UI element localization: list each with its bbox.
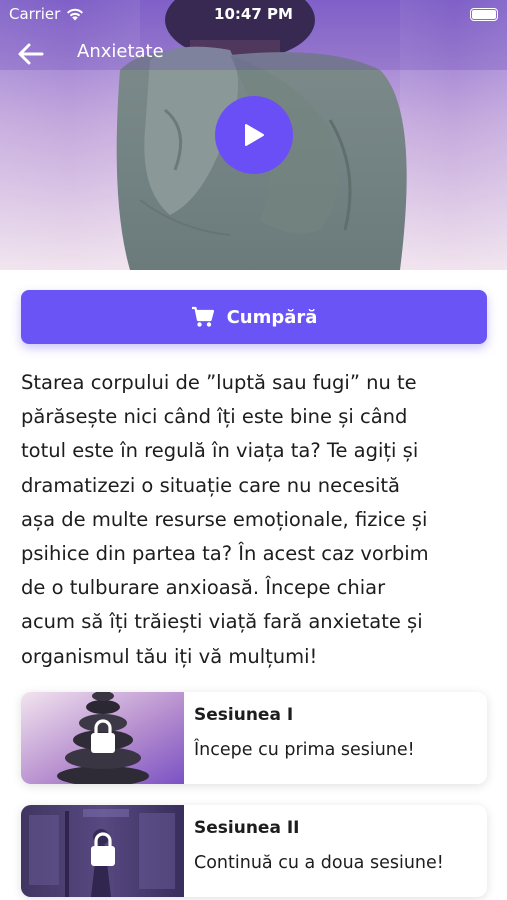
back-button[interactable]: [14, 37, 48, 71]
session-title: Sesiunea I: [194, 705, 294, 725]
description-line: totul este în regulă în viața ta? Te agi…: [21, 439, 419, 463]
play-icon: [245, 124, 264, 146]
play-button[interactable]: [215, 96, 293, 174]
description-line: dramatizezi o situație care nu necesită: [21, 473, 400, 497]
session-card-2[interactable]: Sesiunea II Continuă cu a doua sesiune!: [21, 805, 487, 897]
description-text: Starea corpului de ”luptă sau fugi” nu t…: [21, 366, 491, 674]
arrow-left-icon: [18, 43, 44, 65]
video-hero[interactable]: Carrier 10:47 PM Anxietate: [0, 0, 507, 270]
session-subtitle: Începe cu prima sesiune!: [194, 740, 415, 760]
description-line: psihice din partea ta? În acest caz vorb…: [21, 542, 429, 566]
status-time: 10:47 PM: [214, 5, 293, 23]
description-line: Starea corpului de ”luptă sau fugi” nu t…: [21, 371, 417, 394]
lock-icon: [91, 719, 115, 753]
description-line: de o tulburare anxioasă. Începe chiar: [21, 576, 386, 600]
lock-icon: [91, 832, 115, 866]
description-line: părăsește nici când îți este bine și cân…: [21, 405, 408, 429]
session-title: Sesiunea II: [194, 818, 300, 838]
description-line: acum să îți trăiești viață fară anxietat…: [21, 610, 423, 634]
page-title: Anxietate: [77, 41, 164, 62]
cart-icon: [191, 306, 214, 327]
session-card-1[interactable]: Sesiunea I Începe cu prima sesiune!: [21, 692, 487, 784]
description-line: organismul tău iți vă mulțumi!: [21, 644, 318, 668]
buy-button[interactable]: Cumpără: [21, 290, 487, 344]
description-line: așa de multe resurse emoționale, fizice …: [21, 507, 428, 531]
buy-button-label: Cumpără: [226, 306, 318, 328]
battery-icon: [470, 8, 498, 21]
session-subtitle: Continuă cu a doua sesiune!: [194, 853, 444, 873]
status-bar: Carrier 10:47 PM: [0, 0, 507, 28]
